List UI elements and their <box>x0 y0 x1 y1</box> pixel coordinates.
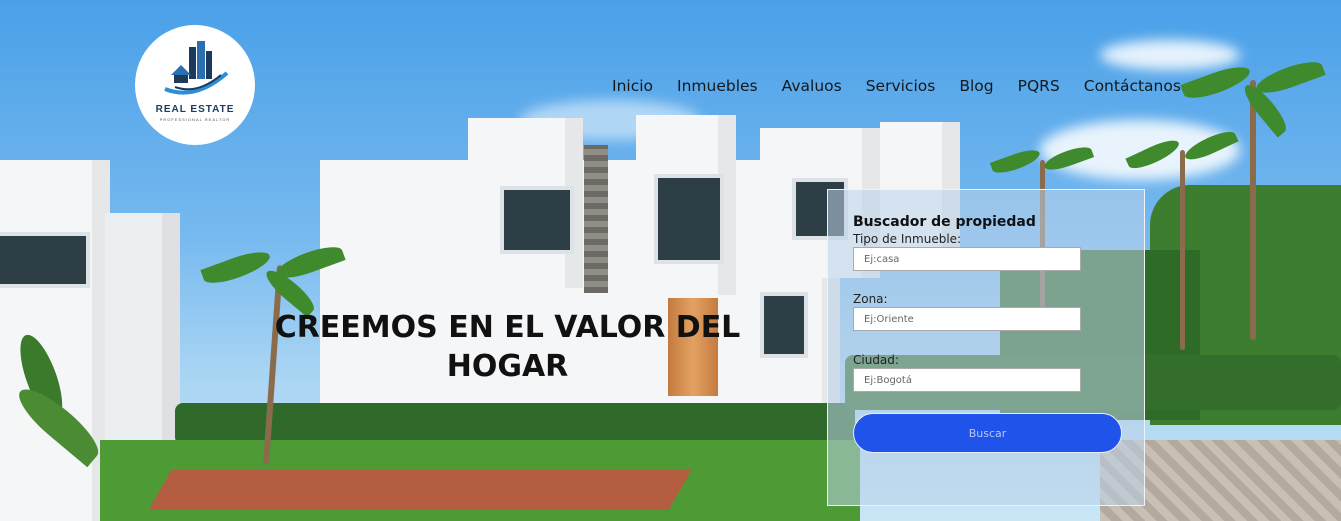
window <box>500 186 574 254</box>
nav-item-blog[interactable]: Blog <box>959 77 993 95</box>
garden-path <box>148 470 692 510</box>
palm-frond <box>200 246 273 289</box>
nav-item-servicios[interactable]: Servicios <box>866 77 936 95</box>
window <box>760 292 808 358</box>
cloud <box>1100 40 1240 70</box>
hero-headline-line1: CREEMOS EN EL VALOR DEL <box>274 310 741 345</box>
city-input[interactable] <box>853 368 1081 392</box>
palm-frond <box>1253 56 1326 99</box>
hero-headline: CREEMOS EN EL VALOR DEL HOGAR <box>255 308 760 386</box>
stone-column <box>584 145 608 293</box>
brand-tagline: PROFESSIONAL REALTOR <box>159 117 231 122</box>
search-button[interactable]: Buscar <box>853 413 1122 453</box>
nav-item-inmuebles[interactable]: Inmuebles <box>677 77 758 95</box>
palm-frond <box>989 145 1042 178</box>
palm-tree <box>1250 80 1256 340</box>
window <box>654 174 724 264</box>
hedge <box>175 403 855 445</box>
city-label: Ciudad: <box>853 353 899 367</box>
brand-logo[interactable]: REAL ESTATE PROFESSIONAL REALTOR <box>135 25 255 145</box>
main-nav: Inicio Inmuebles Avaluos Servicios Blog … <box>612 77 1181 95</box>
search-title: Buscador de propiedad <box>853 214 1036 230</box>
palm-tree <box>1180 150 1185 350</box>
hero-headline-line2: HOGAR <box>446 349 569 384</box>
nav-item-avaluos[interactable]: Avaluos <box>782 77 842 95</box>
nav-item-contactanos[interactable]: Contáctanos <box>1084 77 1181 95</box>
brand-name: REAL ESTATE <box>155 104 235 115</box>
house-left <box>0 160 110 521</box>
nav-item-inicio[interactable]: Inicio <box>612 77 653 95</box>
zone-input[interactable] <box>853 307 1081 331</box>
nav-item-pqrs[interactable]: PQRS <box>1018 77 1060 95</box>
property-type-label: Tipo de Inmueble: <box>853 232 962 246</box>
window <box>0 232 90 288</box>
property-search-panel: Buscador de propiedad Tipo de Inmueble: … <box>827 189 1145 506</box>
property-type-input[interactable] <box>853 247 1081 271</box>
building-logo-icon <box>164 41 229 95</box>
zone-label: Zona: <box>853 292 888 306</box>
